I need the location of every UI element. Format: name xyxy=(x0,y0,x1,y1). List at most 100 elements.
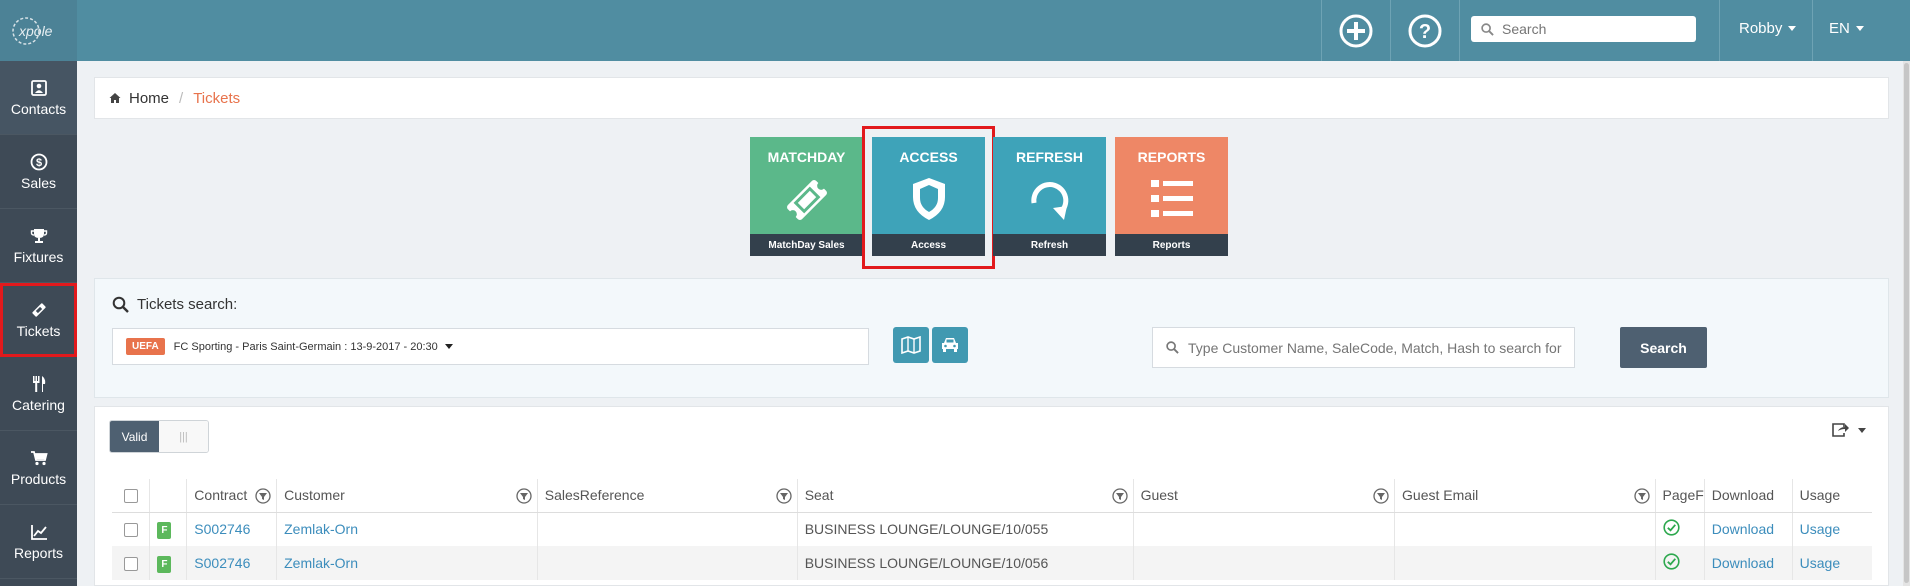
table-row[interactable]: F S002746 Zemlak-Orn BUSINESS LOUNGE/LOU… xyxy=(112,546,1872,580)
search-icon xyxy=(112,296,129,313)
sidebar-item-contacts[interactable]: Contacts xyxy=(0,61,77,135)
contract-link[interactable]: S002746 xyxy=(194,521,250,537)
breadcrumb-home[interactable]: Home xyxy=(129,90,169,107)
row-checkbox[interactable] xyxy=(124,523,138,538)
parking-button[interactable] xyxy=(932,327,968,363)
sidebar-item-fixtures[interactable]: Fixtures xyxy=(0,209,77,283)
search-button[interactable]: Search xyxy=(1620,327,1707,368)
column-header-usage[interactable]: Usage xyxy=(1792,479,1872,513)
sidebar-item-label: Reports xyxy=(13,544,64,561)
filter-icon[interactable] xyxy=(1111,488,1128,504)
column-header-contract[interactable]: Contract xyxy=(186,479,278,513)
filter-icon[interactable] xyxy=(516,488,532,504)
column-header-page[interactable]: PageF xyxy=(1655,479,1705,513)
breadcrumb: Home / Tickets xyxy=(94,77,1889,119)
scrollbar-thumb[interactable] xyxy=(1904,63,1909,583)
column-header-customer[interactable]: Customer xyxy=(276,479,538,513)
header-label: Usage xyxy=(1799,487,1841,504)
export-button[interactable] xyxy=(1832,422,1866,438)
sidebar-item-label: Contacts xyxy=(10,100,67,117)
page-status-cell xyxy=(1655,512,1705,546)
customer-link[interactable]: Zemlak-Orn xyxy=(284,555,358,571)
page-scrollbar[interactable] xyxy=(1903,61,1910,586)
sidebar-item-reports[interactable]: Reports xyxy=(0,505,77,579)
filter-icon[interactable] xyxy=(1633,488,1650,504)
download-link[interactable]: Download xyxy=(1712,555,1774,571)
sidebar-item-tickets[interactable]: Tickets xyxy=(0,283,77,357)
map-view-button[interactable] xyxy=(893,327,929,363)
download-cell: Download xyxy=(1704,546,1793,580)
tile-footer: MatchDay Sales xyxy=(750,234,863,256)
user-menu[interactable]: Robby xyxy=(1739,20,1797,37)
usage-link[interactable]: Usage xyxy=(1800,521,1840,537)
download-link[interactable]: Download xyxy=(1712,521,1774,537)
tile-matchday[interactable]: MATCHDAY MatchDay Sales xyxy=(750,137,863,256)
header-label: SalesReference xyxy=(544,487,645,504)
table-header-row: Contract Customer SalesReference Seat Gu… xyxy=(112,479,1872,513)
caret-down-icon xyxy=(1855,26,1864,31)
caret-down-icon xyxy=(1858,427,1866,433)
guest-cell xyxy=(1133,546,1396,580)
table-row[interactable]: F S002746 Zemlak-Orn BUSINESS LOUNGE/LOU… xyxy=(112,512,1872,546)
tile-footer: Access xyxy=(872,234,985,256)
add-button[interactable] xyxy=(1322,0,1390,61)
column-header-guest[interactable]: Guest xyxy=(1133,479,1396,513)
customer-cell: Zemlak-Orn xyxy=(276,512,538,546)
customer-search-input[interactable] xyxy=(1188,339,1568,356)
row-select-cell xyxy=(112,546,151,580)
usage-link[interactable]: Usage xyxy=(1800,555,1840,571)
tickets-table: Contract Customer SalesReference Seat Gu… xyxy=(112,479,1872,580)
header-label: Contract xyxy=(194,487,248,504)
user-name: Robby xyxy=(1739,20,1783,37)
global-search-input[interactable] xyxy=(1502,21,1682,37)
breadcrumb-current: Tickets xyxy=(193,89,241,107)
global-search[interactable] xyxy=(1471,16,1696,42)
svg-text:xpole: xpole xyxy=(18,23,53,39)
customer-link[interactable]: Zemlak-Orn xyxy=(284,521,358,537)
ticket-icon xyxy=(31,302,46,317)
header-label: Download xyxy=(1711,487,1775,504)
help-button[interactable]: ? xyxy=(1391,0,1459,61)
tile-refresh[interactable]: REFRESH Refresh xyxy=(993,137,1106,256)
map-icon xyxy=(901,336,921,354)
svg-text:?: ? xyxy=(1419,21,1431,43)
sidebar-item-products[interactable]: Products xyxy=(0,431,77,505)
dollar-icon: $ xyxy=(30,153,47,170)
contract-link[interactable]: S002746 xyxy=(194,555,250,571)
sidebar-item-sales[interactable]: $ Sales xyxy=(0,135,77,209)
customer-search-field[interactable] xyxy=(1152,327,1575,368)
refresh-icon xyxy=(1030,182,1068,220)
language-label: EN xyxy=(1829,20,1850,37)
usage-cell: Usage xyxy=(1792,512,1872,546)
header-label: Seat xyxy=(804,487,834,504)
toggle-off-label[interactable]: ||| xyxy=(159,421,208,452)
filter-icon[interactable] xyxy=(1373,488,1389,504)
filter-icon[interactable] xyxy=(255,488,271,504)
toggle-on-label[interactable]: Valid xyxy=(110,421,159,452)
divider xyxy=(1459,0,1460,61)
question-circle-icon: ? xyxy=(1408,14,1442,47)
row-checkbox[interactable] xyxy=(124,557,138,572)
tile-reports[interactable]: REPORTS Reports xyxy=(1115,137,1228,256)
tile-access[interactable]: ACCESS Access xyxy=(872,137,985,256)
tile-title: ACCESS xyxy=(899,149,958,165)
trophy-icon xyxy=(30,228,47,243)
divider xyxy=(1812,0,1813,61)
car-icon xyxy=(942,338,958,352)
column-header-download[interactable]: Download xyxy=(1704,479,1793,513)
language-menu[interactable]: EN xyxy=(1829,20,1864,37)
column-header-seat[interactable]: Seat xyxy=(797,479,1134,513)
column-header-salesreference[interactable]: SalesReference xyxy=(537,479,798,513)
valid-toggle[interactable]: Valid ||| xyxy=(109,420,209,453)
check-circle-icon xyxy=(1662,519,1680,536)
sidebar-item-label: Tickets xyxy=(16,322,61,339)
column-header-guest-email[interactable]: Guest Email xyxy=(1394,479,1656,513)
match-select[interactable]: UEFA FC Sporting - Paris Saint-Germain :… xyxy=(112,328,869,365)
seat-cell: BUSINESS LOUNGE/LOUNGE/10/056 xyxy=(797,546,1134,580)
select-all-checkbox[interactable] xyxy=(124,489,138,504)
sidebar-item-catering[interactable]: Catering xyxy=(0,357,77,431)
seat-cell: BUSINESS LOUNGE/LOUNGE/10/055 xyxy=(797,512,1134,546)
filter-icon[interactable] xyxy=(776,488,792,504)
app-logo[interactable]: xpole xyxy=(0,0,77,61)
sidebar-item-label: Fixtures xyxy=(13,248,64,265)
